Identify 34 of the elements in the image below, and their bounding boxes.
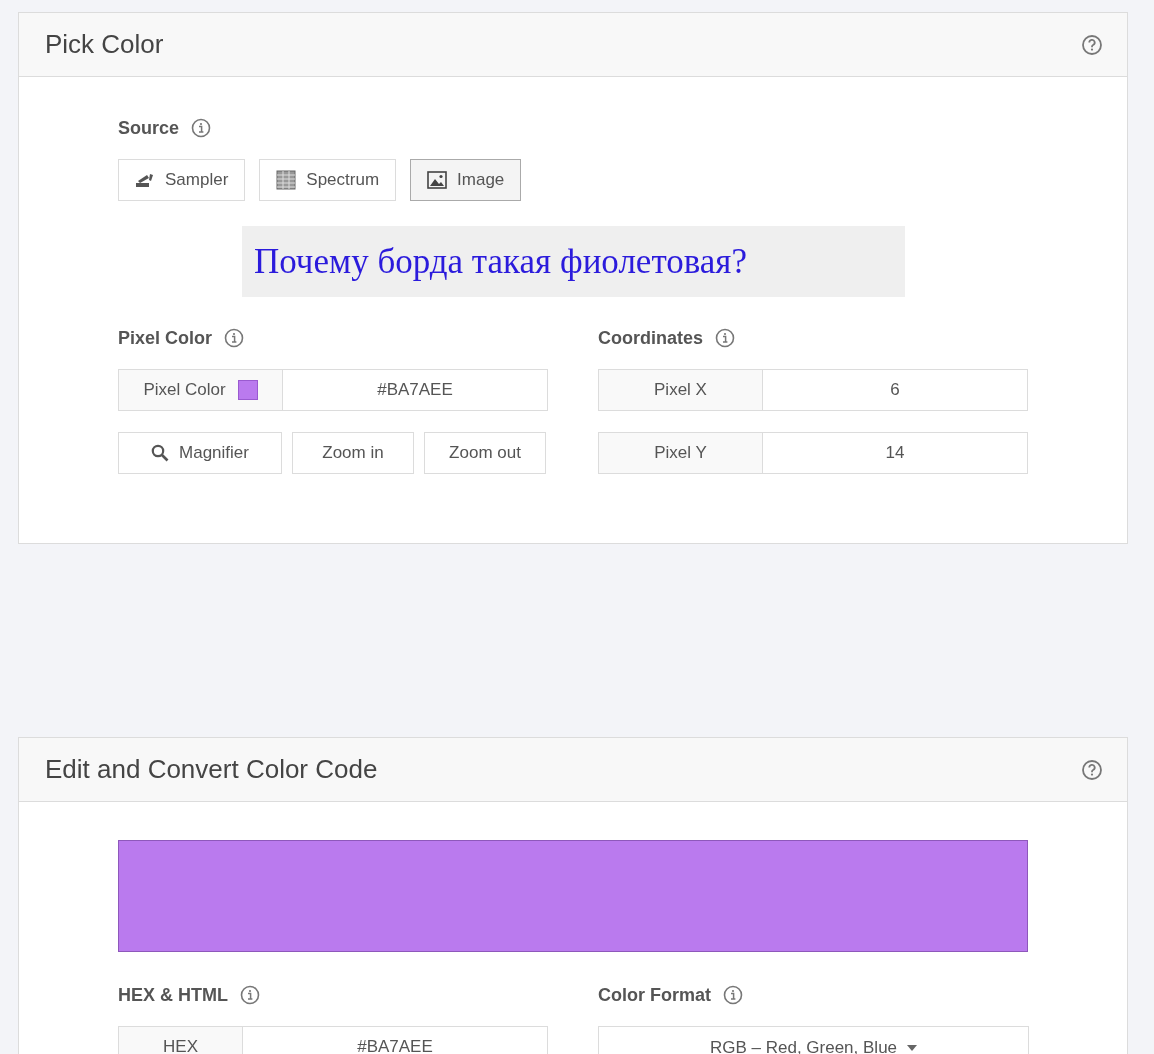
search-icon [151, 444, 170, 462]
sampler-icon [135, 172, 155, 188]
coordinate-field[interactable]: 14 [763, 432, 1028, 474]
section-label: Coordinates [598, 327, 703, 349]
info-icon[interactable] [191, 118, 212, 138]
panel-title: Pick Color [45, 29, 164, 60]
hex-field[interactable]: #BA7AEE [243, 1026, 548, 1054]
magnifier-button[interactable]: Magnifier [118, 432, 282, 474]
field-label: Pixel Color [118, 369, 283, 411]
help-icon[interactable] [1081, 758, 1103, 781]
coordinate-field[interactable]: 6 [763, 369, 1028, 411]
caret-icon [907, 1045, 918, 1051]
spectrum-icon [276, 170, 297, 190]
field-label: Pixel Y [598, 432, 763, 474]
info-icon[interactable] [240, 985, 260, 1005]
panel-title: Edit and Convert Color Code [45, 754, 378, 785]
info-icon[interactable] [224, 328, 245, 348]
help-icon[interactable] [1081, 33, 1103, 56]
section-label: Pixel Color [118, 327, 213, 349]
info-icon[interactable] [723, 985, 743, 1005]
field-label: HEX [118, 1026, 243, 1054]
pixel-color-field[interactable]: #BA7AEE [283, 369, 548, 411]
section-label: HEX & HTML [118, 984, 228, 1006]
source-button[interactable]: Image [410, 159, 522, 201]
source-image[interactable]: Почему борда такая фиолетовая? [242, 226, 905, 297]
section-label: Source [118, 117, 180, 139]
zoom-button[interactable]: Zoom out [424, 432, 546, 474]
image-icon [427, 171, 448, 189]
zoom-button[interactable]: Zoom in [292, 432, 414, 474]
section-label: Color Format [598, 984, 711, 1006]
source-button[interactable]: Sampler [118, 159, 246, 201]
source-button[interactable]: Spectrum [259, 159, 397, 201]
info-icon[interactable] [715, 328, 735, 348]
field-label: Pixel X [598, 369, 763, 411]
